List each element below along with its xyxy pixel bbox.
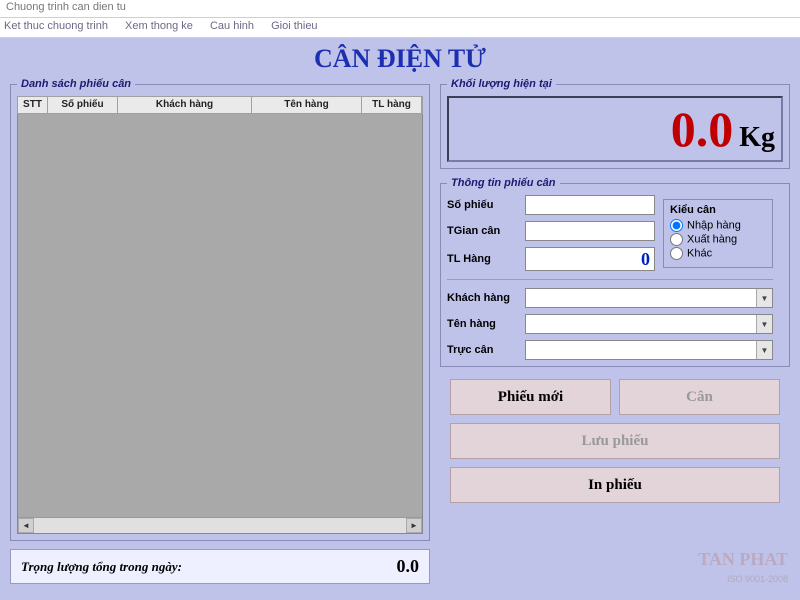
can-button[interactable]: Cân <box>619 379 780 415</box>
app-title: CÂN ĐIỆN TỬ <box>10 44 790 74</box>
radio-xuat-input[interactable] <box>670 233 683 246</box>
main-area: CÂN ĐIỆN TỬ Danh sách phiếu cân STT Số p… <box>0 38 800 600</box>
col-so-phieu[interactable]: Số phiếu <box>48 97 118 113</box>
ticket-list-fieldset: Danh sách phiếu cân STT Số phiếu Khách h… <box>10 78 430 541</box>
radio-khac[interactable]: Khác <box>670 247 766 260</box>
radio-nhap-hang[interactable]: Nhập hàng <box>670 219 766 232</box>
weight-display: 0.0 Kg <box>447 96 783 162</box>
tgian-label: TGian cân <box>447 225 517 237</box>
tl-hang-input[interactable] <box>525 247 655 271</box>
menu-exit[interactable]: Ket thuc chuong trinh <box>4 20 108 32</box>
table-body[interactable]: ◄ ► <box>17 114 423 534</box>
separator <box>447 279 773 280</box>
so-phieu-label: Số phiếu <box>447 199 517 211</box>
phieu-moi-button[interactable]: Phiếu mới <box>450 379 611 415</box>
window-titlebar: Chuong trinh can dien tu <box>0 0 800 18</box>
ticket-list-legend: Danh sách phiếu cân <box>17 78 135 90</box>
ticket-info-fieldset: Thông tin phiếu cân Số phiếu Kiểu cân Nh… <box>440 177 790 367</box>
daily-total-box: Trọng lượng tổng trong ngày: 0.0 <box>10 549 430 584</box>
current-weight-fieldset: Khối lượng hiện tại 0.0 Kg <box>440 78 790 169</box>
ten-hang-combo[interactable]: ▼ <box>525 314 773 334</box>
ten-hang-label: Tên hàng <box>447 318 517 330</box>
daily-total-label: Trọng lượng tổng trong ngày: <box>21 559 182 575</box>
weight-unit: Kg <box>739 122 775 160</box>
daily-total-value: 0.0 <box>397 556 420 577</box>
menu-config[interactable]: Cau hinh <box>210 20 254 32</box>
weight-value: 0.0 <box>671 104 734 154</box>
ticket-info-legend: Thông tin phiếu cân <box>447 177 560 189</box>
window-title: Chuong trinh can dien tu <box>6 1 126 13</box>
current-weight-legend: Khối lượng hiện tại <box>447 78 556 90</box>
chevron-down-icon[interactable]: ▼ <box>756 315 772 333</box>
truc-can-label: Trực cân <box>447 344 517 356</box>
button-area: Phiếu mới Cân Lưu phiếu In phiếu <box>440 379 790 503</box>
menu-stats[interactable]: Xem thong ke <box>125 20 193 32</box>
tgian-input[interactable] <box>525 221 655 241</box>
radio-khac-input[interactable] <box>670 247 683 260</box>
truc-can-combo[interactable]: ▼ <box>525 340 773 360</box>
khach-hang-combo[interactable]: ▼ <box>525 288 773 308</box>
col-tl-hang[interactable]: TL hàng <box>362 97 422 113</box>
khach-hang-label: Khách hàng <box>447 292 517 304</box>
chevron-down-icon[interactable]: ▼ <box>756 289 772 307</box>
radio-nhap-input[interactable] <box>670 219 683 232</box>
col-stt[interactable]: STT <box>18 97 48 113</box>
chevron-down-icon[interactable]: ▼ <box>756 341 772 359</box>
col-khach-hang[interactable]: Khách hàng <box>118 97 252 113</box>
horizontal-scrollbar[interactable]: ◄ ► <box>18 517 422 533</box>
menubar: Ket thuc chuong trinh Xem thong ke Cau h… <box>0 18 800 38</box>
menu-about[interactable]: Gioi thieu <box>271 20 317 32</box>
scroll-right-icon[interactable]: ► <box>406 518 422 533</box>
col-ten-hang[interactable]: Tên hàng <box>252 97 362 113</box>
luu-phieu-button[interactable]: Lưu phiếu <box>450 423 780 459</box>
table-header: STT Số phiếu Khách hàng Tên hàng TL hàng <box>17 96 423 114</box>
kieu-can-title: Kiểu cân <box>670 204 766 216</box>
scroll-track[interactable] <box>34 518 406 533</box>
so-phieu-input[interactable] <box>525 195 655 215</box>
scroll-left-icon[interactable]: ◄ <box>18 518 34 533</box>
kieu-can-group: Kiểu cân Nhập hàng Xuất hàng Khác <box>663 199 773 268</box>
in-phieu-button[interactable]: In phiếu <box>450 467 780 503</box>
tl-hang-label: TL Hàng <box>447 253 517 265</box>
radio-xuat-hang[interactable]: Xuất hàng <box>670 233 766 246</box>
